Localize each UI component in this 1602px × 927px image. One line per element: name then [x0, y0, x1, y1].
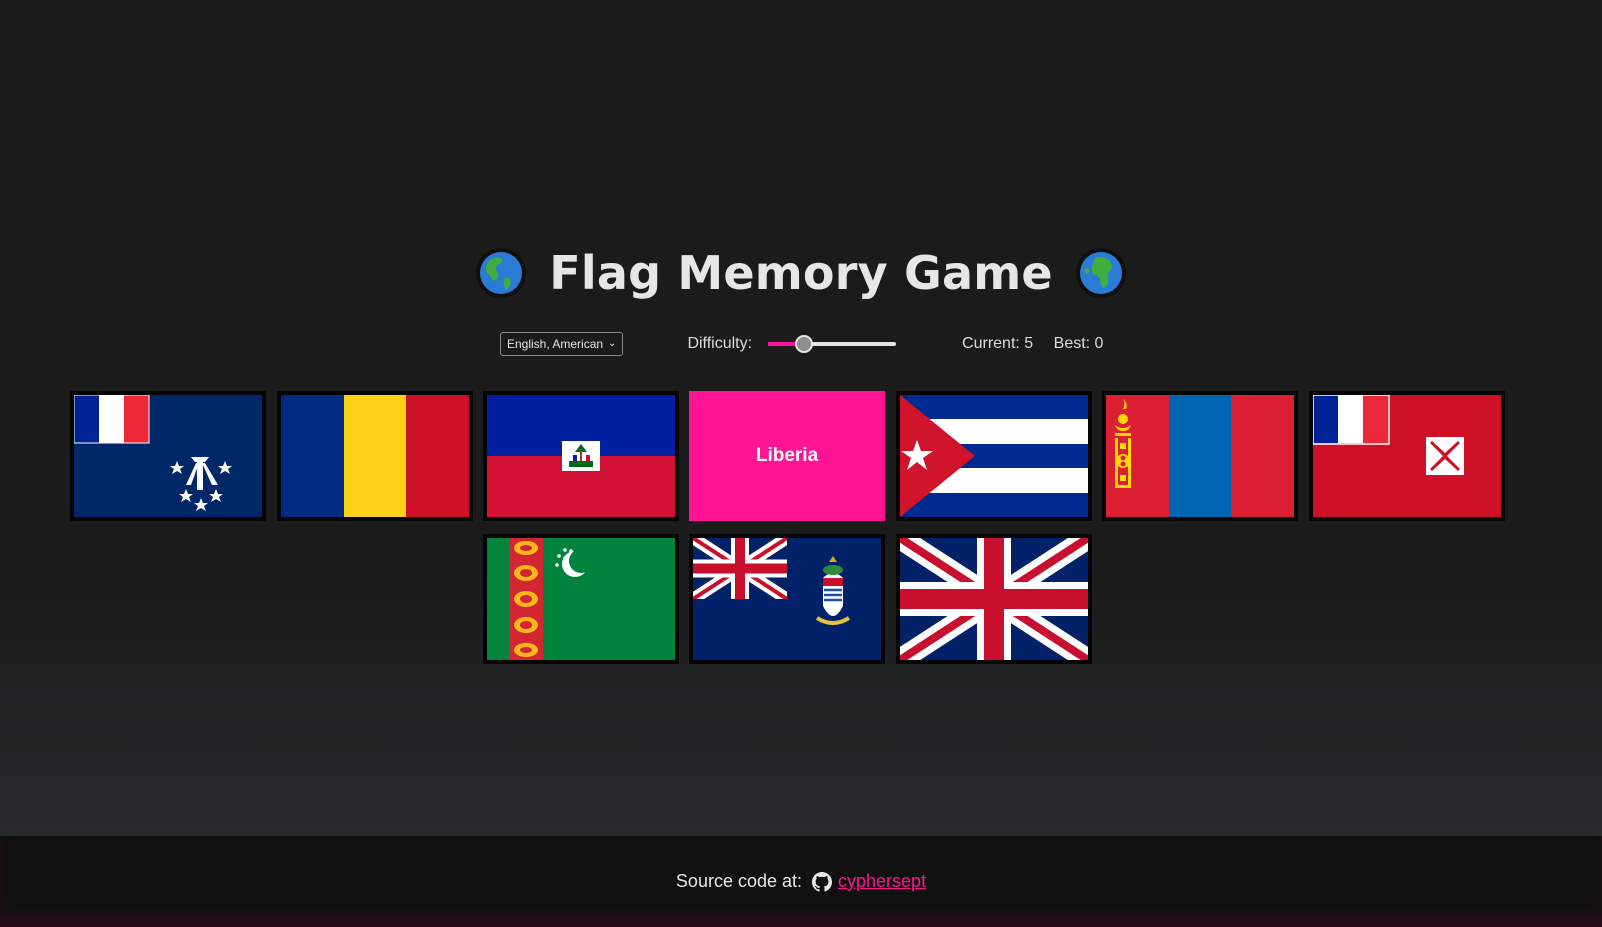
globe-africa-icon: [1075, 248, 1126, 298]
footer-text: Source code at:: [675, 871, 803, 891]
controls-bar: English, American ⌄ Difficulty: Current:…: [500, 330, 1110, 358]
slider-thumb[interactable]: [794, 335, 813, 353]
flag-card-wallis-and-futuna[interactable]: [1309, 391, 1505, 521]
github-icon: [812, 871, 833, 892]
flag-cuba: [900, 395, 1088, 517]
flag-united-kingdom: [900, 538, 1088, 660]
github-link[interactable]: cyphersept: [838, 871, 926, 892]
language-select-value: English, American: [507, 337, 604, 351]
difficulty-slider[interactable]: [768, 334, 897, 354]
flag-card-united-kingdom[interactable]: [896, 534, 1092, 664]
footer: Source code at: cyphersept: [0, 836, 1602, 927]
flag-cayman-islands: [693, 538, 881, 660]
globe-americas-icon: [476, 248, 527, 298]
difficulty-label: Difficulty:: [687, 335, 753, 352]
flag-card-cuba[interactable]: [896, 391, 1092, 521]
game-page: Flag Memory Game English, American ⌄ Dif…: [0, 0, 1602, 836]
chevron-down-icon: ⌄: [608, 338, 617, 349]
flag-card-turkmenistan[interactable]: [483, 534, 679, 664]
flag-turkmenistan: [487, 538, 675, 660]
flag-wallis-and-futuna: [1313, 395, 1501, 517]
flag-card-romania[interactable]: [277, 391, 473, 521]
flag-romania: [281, 395, 469, 517]
current-score: Current: 5: [962, 335, 1034, 352]
page-title: Flag Memory Game: [549, 246, 1053, 300]
flag-card-label: Liberia: [755, 445, 819, 466]
best-score: Best: 0: [1053, 335, 1104, 352]
flag-card-haiti[interactable]: [483, 391, 679, 521]
flag-french-southern-territories: [74, 395, 262, 517]
flag-card-french-southern-territories[interactable]: [70, 391, 266, 521]
language-select[interactable]: English, American ⌄: [500, 332, 624, 356]
score-display: Current: 5 Best: 0: [962, 335, 1103, 353]
flag-haiti: [487, 395, 675, 517]
title-row: Flag Memory Game: [0, 242, 1602, 304]
flag-card-cayman-islands[interactable]: [689, 534, 885, 664]
flag-card-liberia[interactable]: Liberia: [689, 391, 885, 521]
flag-mongolia: [1106, 395, 1294, 517]
flag-card-mongolia[interactable]: [1102, 391, 1298, 521]
